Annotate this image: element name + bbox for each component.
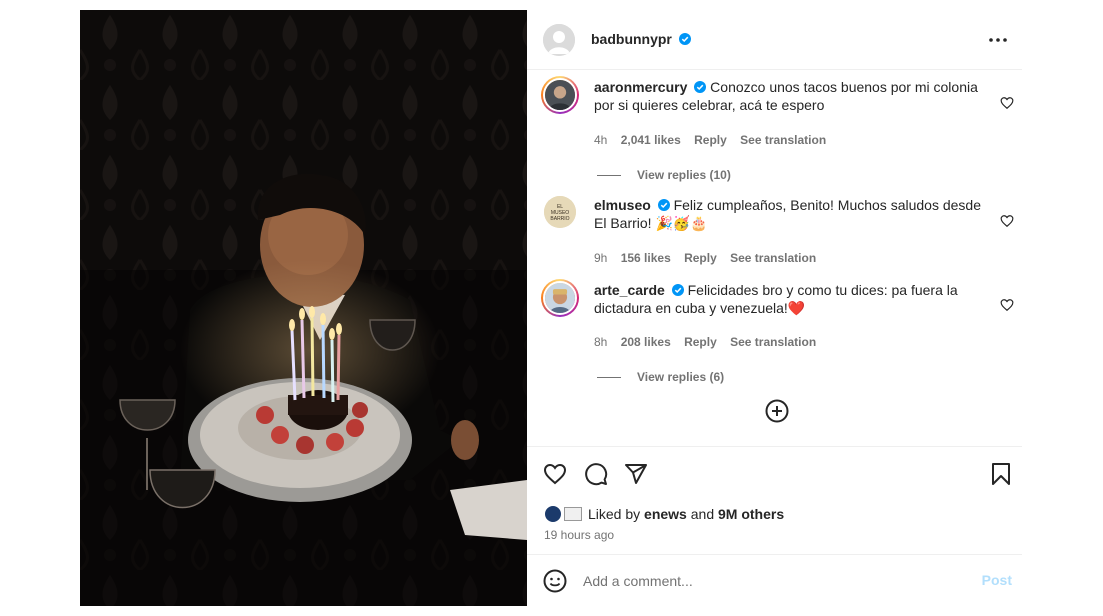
- add-comment-bar: Post: [527, 554, 1022, 606]
- comment-input[interactable]: [583, 569, 963, 593]
- post-photo[interactable]: [80, 10, 527, 606]
- author-avatar[interactable]: [543, 24, 575, 56]
- post-actions-bar: Liked by enews and 9M others 19 hours ag…: [527, 446, 1022, 564]
- commenter-avatar[interactable]: [541, 76, 579, 114]
- post-header: badbunnypr: [527, 10, 1022, 70]
- view-replies-button[interactable]: View replies (6): [597, 370, 724, 384]
- comment-likes[interactable]: 208 likes: [621, 335, 671, 349]
- comment-username[interactable]: arte_carde: [594, 282, 665, 298]
- save-bookmark-icon[interactable]: [989, 462, 1013, 486]
- aaronmercury-avatar-image: [543, 78, 577, 112]
- post-timestamp[interactable]: 19 hours ago: [544, 528, 614, 542]
- author-username[interactable]: badbunnypr: [591, 31, 672, 47]
- liked-by-user[interactable]: enews: [644, 506, 687, 522]
- comment-username[interactable]: elmuseo: [594, 197, 651, 213]
- view-replies-button[interactable]: View replies (10): [597, 168, 731, 182]
- birthday-photo: [80, 10, 527, 606]
- like-comment-heart-icon[interactable]: [1000, 96, 1014, 110]
- load-more-comments-plus-icon[interactable]: [765, 399, 789, 423]
- commenter-avatar[interactable]: [541, 279, 579, 317]
- comment-username[interactable]: aaronmercury: [594, 79, 687, 95]
- more-options-button[interactable]: [986, 28, 1010, 52]
- arte-carde-avatar-image: [543, 281, 577, 315]
- comment-time: 9h: [594, 251, 608, 265]
- like-heart-icon[interactable]: [543, 462, 567, 486]
- verified-badge-icon: [678, 33, 691, 45]
- comment-time: 4h: [594, 133, 608, 147]
- reply-button[interactable]: Reply: [684, 335, 717, 349]
- comment-bubble-icon[interactable]: [584, 462, 608, 486]
- reply-button[interactable]: Reply: [684, 251, 717, 265]
- post-comment-button[interactable]: Post: [982, 572, 1012, 588]
- see-translation-link[interactable]: See translation: [740, 133, 826, 147]
- ellipsis-icon: [989, 38, 1007, 42]
- liked-by-line: Liked by enews and 9M others: [544, 505, 784, 523]
- liker-avatar[interactable]: [544, 505, 562, 523]
- likes-count[interactable]: 9M others: [718, 506, 784, 522]
- post-side-panel: badbunnypr aaronmercury Conozco unos tac…: [527, 10, 1022, 606]
- comment-text: Feliz cumpleaños, Benito! Muchos saludos…: [594, 197, 981, 231]
- see-translation-link[interactable]: See translation: [730, 335, 816, 349]
- replies-divider: [597, 175, 621, 177]
- comment-likes[interactable]: 2,041 likes: [621, 133, 681, 147]
- verified-badge-icon: [671, 284, 684, 296]
- default-avatar-icon: [543, 24, 575, 56]
- comment-time: 8h: [594, 335, 608, 349]
- like-comment-heart-icon[interactable]: [1000, 214, 1014, 228]
- reply-button[interactable]: Reply: [694, 133, 727, 147]
- verified-badge-icon: [694, 81, 707, 93]
- commenter-avatar[interactable]: EL MUSEO BARRIO: [544, 196, 576, 228]
- verified-badge-icon: [657, 199, 670, 211]
- share-paper-plane-icon[interactable]: [624, 462, 648, 486]
- liker-avatar-secondary[interactable]: [564, 507, 582, 521]
- elmuseo-logo-avatar: EL MUSEO BARRIO: [544, 196, 576, 228]
- svg-text:BARRIO: BARRIO: [550, 216, 569, 222]
- see-translation-link[interactable]: See translation: [730, 251, 816, 265]
- comment-likes[interactable]: 156 likes: [621, 251, 671, 265]
- replies-divider: [597, 377, 621, 379]
- emoji-smiley-icon[interactable]: [543, 569, 567, 593]
- like-comment-heart-icon[interactable]: [1000, 298, 1014, 312]
